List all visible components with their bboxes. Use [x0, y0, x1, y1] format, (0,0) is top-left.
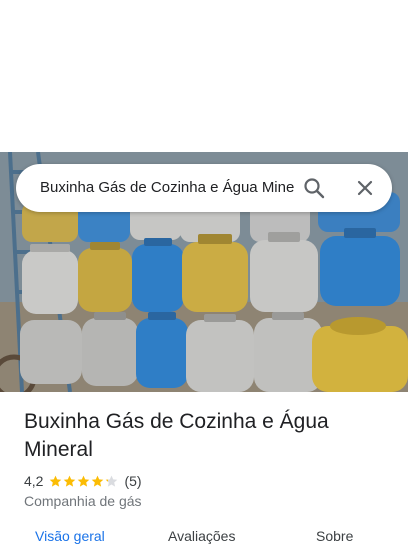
search-input[interactable]: Buxinha Gás de Cozinha e Água Mineral: [40, 164, 294, 212]
search-bar[interactable]: Buxinha Gás de Cozinha e Água Mineral: [16, 164, 392, 212]
rating-value: 4,2: [24, 473, 44, 489]
search-icon[interactable]: [302, 176, 326, 200]
place-tabs: Visão geral Avaliações Sobre: [0, 528, 408, 544]
tab-about[interactable]: Sobre: [316, 528, 353, 544]
rating-row[interactable]: 4,2 (5): [24, 472, 142, 490]
maps-place-page: Buxinha Gás de Cozinha e Água Mineral Bu…: [0, 0, 408, 544]
tab-overview[interactable]: Visão geral: [35, 528, 105, 544]
star-icon: [50, 475, 62, 487]
place-category[interactable]: Companhia de gás: [24, 493, 142, 509]
tab-reviews[interactable]: Avaliações: [168, 528, 235, 544]
star-icon: [92, 475, 104, 487]
star-icon: [78, 475, 90, 487]
close-icon[interactable]: [353, 176, 377, 200]
star-rating: [49, 475, 119, 488]
place-title: Buxinha Gás de Cozinha e Água Mineral: [24, 410, 329, 461]
star-icon: [106, 475, 118, 487]
star-icon: [64, 475, 76, 487]
review-count[interactable]: (5): [124, 473, 141, 489]
